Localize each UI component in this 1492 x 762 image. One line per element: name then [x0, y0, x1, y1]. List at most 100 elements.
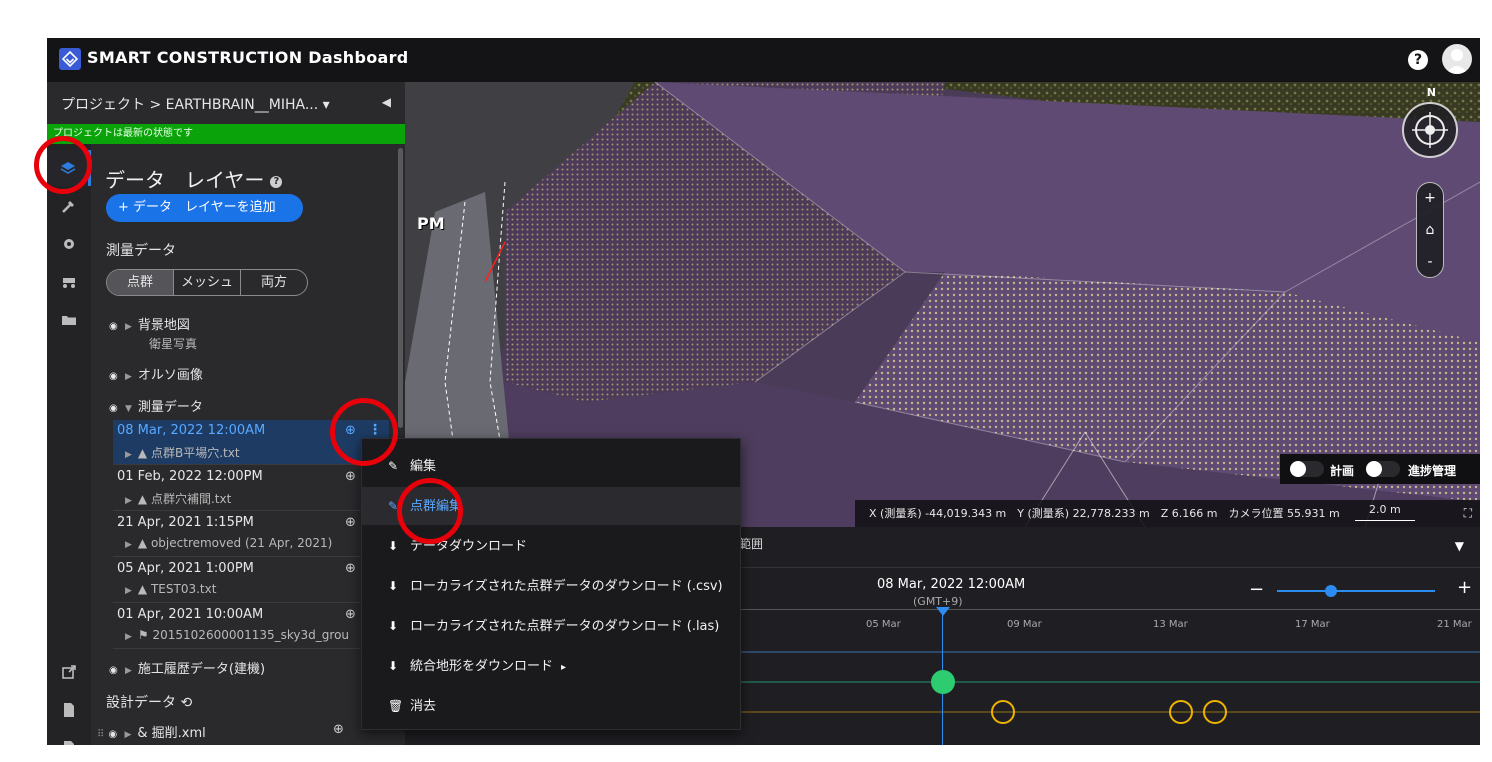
layer-name: 背景地図 [137, 318, 190, 333]
zoom-to-icon[interactable]: ⊕ [345, 515, 356, 530]
download-file-icon: ⬇ [388, 539, 399, 553]
menu-item-label: ローカライズされた点群データのダウンロード (.las) [410, 619, 720, 634]
zoom-to-icon[interactable]: ⊕ [345, 561, 356, 576]
timeline-zoom-out-button[interactable]: − [1249, 579, 1264, 600]
survey-item-file: ▶ ▲ objectremoved (21 Apr, 2021) [121, 536, 332, 550]
add-data-layer-button[interactable]: + データ レイヤーを追加 [106, 194, 303, 222]
chevron-down-icon[interactable]: ▼ [1455, 539, 1464, 553]
timeline-event-dot[interactable] [991, 700, 1015, 724]
map-marker-label[interactable]: PM [417, 214, 445, 233]
progress-toggle[interactable] [1366, 461, 1400, 477]
menu-item-download-las[interactable]: ⬇ ローカライズされた点群データのダウンロード (.las) [362, 607, 740, 645]
eye-icon[interactable]: ◉ [109, 321, 121, 332]
timeline-event-dot[interactable] [1169, 700, 1193, 724]
machine-icon[interactable] [47, 264, 91, 300]
survey-item[interactable]: 21 Apr, 2021 1:15PM ▶ ▲ objectremoved (21… [113, 512, 389, 557]
download-file-icon: ⬇ [388, 579, 399, 593]
expand-icon[interactable]: ▶ [125, 450, 132, 460]
tools-icon[interactable] [47, 188, 91, 224]
timeline-zoom-in-button[interactable]: + [1457, 577, 1472, 598]
plan-toggle-label: 計画 [1330, 464, 1355, 478]
map-toggles: 計画 進捗管理 [1280, 454, 1480, 484]
design-item[interactable]: ⠿ ◉ ▶ & 掘削.xml ⊕ [97, 722, 344, 741]
help-icon[interactable]: ? [1408, 50, 1428, 70]
expand-icon[interactable]: ▶ [125, 632, 132, 642]
expand-icon[interactable]: ▶ [125, 372, 132, 382]
history-icon[interactable]: ⟲ [180, 695, 192, 711]
survey-item[interactable]: 01 Apr, 2021 10:00AM ▶ ⚑ 20151026000011​3… [113, 604, 389, 649]
timeline-zoom-thumb[interactable] [1324, 585, 1337, 597]
submenu-arrow-icon: ▸ [561, 662, 567, 673]
zoom-to-icon[interactable]: ⊕ [333, 722, 344, 737]
annotation-circle [34, 136, 92, 194]
project-breadcrumb[interactable]: プロジェクト > EARTHBRAIN__MIHA... ▾ [61, 94, 330, 114]
coordinate-readout: X (測量系) -44,019.343 m Y (測量系) 22,778.233… [855, 500, 1480, 527]
folder-icon[interactable] [47, 302, 91, 338]
survey-item-file-name: ▲ TEST03.txt [137, 582, 217, 596]
fullscreen-icon[interactable]: ⛶ [1464, 500, 1472, 527]
app-logo-icon [59, 48, 81, 70]
segment-both[interactable]: 両方 [241, 270, 307, 295]
eye-icon[interactable]: ◉ [108, 729, 120, 740]
survey-item-file: ▶ ▲ 点群B平場穴.txt [121, 444, 240, 461]
survey-item[interactable]: 05 Apr, 2021 1:00PM ▶ ▲ TEST03.txt ⊕ [113, 558, 389, 603]
map-zoom-out-button[interactable]: - [1417, 247, 1443, 277]
plan-toggle[interactable] [1290, 461, 1324, 477]
timeline-tick: 13 Mar [1153, 619, 1188, 630]
layer-row-machine-history[interactable]: ◉ ▶ 施工履歴データ(建機) [109, 658, 265, 677]
layer-row-survey[interactable]: ◉ ▼ 測量データ [109, 396, 203, 415]
layer-row-background-map[interactable]: ◉ ▶ 背景地図 衛星写真 [109, 314, 197, 352]
timeline-event-dot[interactable] [931, 670, 955, 694]
external-link-icon[interactable] [47, 654, 91, 690]
pdf-icon[interactable] [47, 692, 91, 728]
timeline-zoom-slider[interactable] [1277, 590, 1435, 592]
layer-name: 施工履歴データ(建機) [137, 662, 266, 677]
survey-item[interactable]: 01 Feb, 2022 12:00PM ▶ ▲ 点群穴補間.txt ⊕ [113, 466, 389, 511]
expand-icon[interactable]: ▶ [125, 540, 132, 550]
gear-icon[interactable] [47, 226, 91, 262]
segment-mesh[interactable]: メッシュ [174, 270, 241, 295]
download-file-icon: ⬇ [388, 619, 399, 633]
timeline-tick: 17 Mar [1295, 619, 1330, 630]
compass-icon[interactable] [1402, 102, 1458, 158]
segment-point-cloud[interactable]: 点群 [107, 270, 174, 295]
survey-item-file: ▶ ▲ 点群穴補間.txt [121, 490, 231, 507]
timeline-current-date: 08 Mar, 2022 12:00AM [877, 577, 1026, 592]
survey-item-date: 21 Apr, 2021 1:15PM [117, 515, 254, 530]
expand-icon[interactable]: ▶ [125, 586, 132, 596]
layer-name: オルソ画像 [137, 368, 203, 383]
home-icon[interactable]: ⌂ [1417, 213, 1443, 247]
zoom-to-icon[interactable]: ⊕ [345, 469, 356, 484]
collapse-panel-button[interactable]: ◀ [382, 95, 391, 109]
zoom-to-icon[interactable]: ⊕ [345, 607, 356, 622]
timeline-current-marker[interactable] [936, 607, 950, 616]
timeline-tick: 21 Mar [1437, 619, 1472, 630]
eye-icon[interactable]: ◉ [109, 403, 121, 414]
expand-icon[interactable]: ▶ [125, 322, 132, 332]
menu-item-delete[interactable]: 🗑 消去 [362, 687, 740, 725]
map-zoom-in-button[interactable]: + [1417, 183, 1443, 213]
drag-handle-icon[interactable]: ⠿ [97, 729, 104, 740]
layer-row-ortho[interactable]: ◉ ▶ オルソ画像 [109, 364, 203, 383]
expand-icon[interactable]: ▶ [124, 730, 131, 740]
panel-scrollbar[interactable] [398, 148, 403, 428]
project-bar: プロジェクト > EARTHBRAIN__MIHA... ▾ ◀ [47, 82, 405, 124]
expand-icon[interactable]: ▶ [125, 496, 132, 506]
progress-toggle-label: 進捗管理 [1408, 464, 1457, 478]
project-status-banner: プロジェクトは最新の状態です [47, 124, 405, 144]
timeline-tick: 05 Mar [866, 619, 901, 630]
expand-icon[interactable]: ▶ [125, 666, 132, 676]
timeline-event-dot[interactable] [1203, 700, 1227, 724]
menu-item-download-csv[interactable]: ⬇ ローカライズされた点群データのダウンロード (.csv) [362, 567, 740, 605]
eye-icon[interactable]: ◉ [109, 665, 121, 676]
eye-icon[interactable]: ◉ [109, 371, 121, 382]
collapse-icon[interactable]: ▼ [125, 404, 132, 414]
timeline-tick: 09 Mar [1007, 619, 1042, 630]
download-icon[interactable] [47, 730, 91, 745]
help-icon[interactable]: ? [270, 175, 283, 188]
avatar[interactable] [1442, 44, 1472, 74]
survey-item-date: 05 Apr, 2021 1:00PM [117, 561, 254, 576]
tab-range[interactable]: 範囲 [739, 535, 763, 552]
menu-item-download-merged-terrain[interactable]: ⬇ 統合地形をダウンロード ▸ [362, 647, 740, 685]
design-item-name: & 掘削.xml [137, 726, 206, 741]
